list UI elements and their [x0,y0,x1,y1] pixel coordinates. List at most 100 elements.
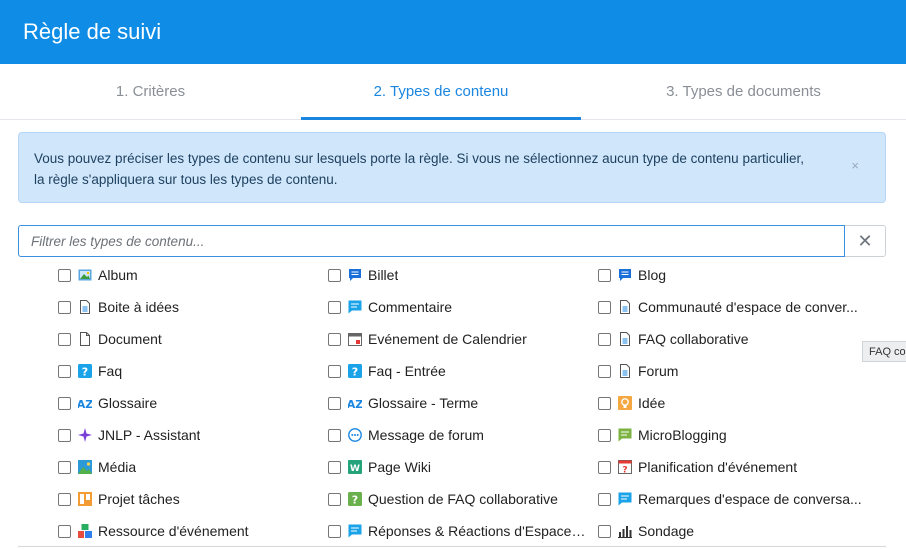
modal-title: Règle de suivi [23,19,162,44]
kanban-icon [78,492,92,506]
content-type-checkbox[interactable] [58,268,71,282]
microblog-icon [618,428,632,442]
content-type-checkbox[interactable] [58,460,71,474]
content-type-item[interactable]: JNLP - Assistant [58,419,313,451]
content-type-item[interactable]: Document [58,323,313,355]
content-type-checkbox[interactable] [598,460,611,474]
content-type-checkbox[interactable] [58,332,71,346]
document-lines-icon [618,300,632,314]
content-type-item[interactable]: FAQ collaborative [598,323,868,355]
content-type-checkbox[interactable] [58,364,71,378]
content-type-checkbox[interactable] [598,428,611,442]
content-type-item[interactable]: Sondage [598,515,868,547]
content-type-item[interactable]: Commentaire [328,291,588,323]
content-type-checkbox[interactable] [598,364,611,378]
content-type-label: Commentaire [368,299,453,315]
content-type-checkbox[interactable] [598,332,611,346]
clear-filter-button[interactable]: ✕ [845,225,886,257]
content-type-checkbox[interactable] [58,524,71,538]
az-icon: AZ [78,396,92,410]
content-type-label: Forum [638,363,679,379]
content-type-label: Page Wiki [368,459,432,475]
content-type-checkbox[interactable] [328,300,341,314]
content-type-item[interactable]: Réponses & Réactions d'Espace d... [328,515,588,547]
content-type-item[interactable]: Communauté d'espace de conver... [598,291,868,323]
content-type-label: Billet [368,267,399,283]
svg-text:AZ: AZ [348,398,362,410]
content-type-item[interactable]: Ressource d'événement [58,515,313,547]
question-icon: ? [78,364,92,378]
content-type-label: Planification d'événement [638,459,798,475]
info-alert: Vous pouvez préciser les types de conten… [18,132,886,203]
question-green-icon: ? [348,492,362,506]
content-type-label: Faq [98,363,123,379]
content-type-checkbox[interactable] [58,492,71,506]
tab-content-types[interactable]: 2. Types de contenu [301,64,581,120]
content-type-item[interactable]: Idée [598,387,868,419]
content-type-label: Glossaire - Terme [368,395,479,411]
follow-rule-modal: Règle de suivi 1. Critères 2. Types de c… [0,0,906,549]
content-type-item[interactable]: Blog [598,259,868,291]
content-type-checkbox[interactable] [58,300,71,314]
content-type-item[interactable]: Projet tâches [58,483,313,515]
tab-criteria[interactable]: 1. Critères [0,64,301,119]
tab-document-types[interactable]: 3. Types de documents [581,64,906,119]
content-type-checkbox[interactable] [328,268,341,282]
content-type-item[interactable]: ? Faq - Entrée [328,355,588,387]
filter-input[interactable] [18,225,845,257]
content-type-label: Réponses & Réactions d'Espace d... [368,523,588,539]
content-type-item[interactable]: MicroBlogging [598,419,868,451]
close-icon[interactable]: × [851,155,859,176]
content-type-checkbox[interactable] [598,492,611,506]
document-icon [78,332,92,346]
chat-bubble-icon [348,268,362,282]
svg-text:?: ? [82,366,88,379]
content-type-checkbox[interactable] [58,396,71,410]
content-type-checkbox[interactable] [58,428,71,442]
content-type-item[interactable]: Remarques d'espace de conversa... [598,483,868,515]
content-type-item[interactable]: Billet [328,259,588,291]
chat-bubble-icon [618,268,632,282]
content-type-checkbox[interactable] [328,396,341,410]
close-icon: ✕ [857,230,873,251]
comment-icon [618,492,632,506]
content-type-label: Communauté d'espace de conver... [638,299,858,315]
content-type-checkbox[interactable] [598,300,611,314]
content-type-label: Album [98,267,138,283]
content-type-label: JNLP - Assistant [98,427,201,443]
content-type-item[interactable]: Message de forum [328,419,588,451]
content-type-label: Boite à idées [98,299,179,315]
content-type-item[interactable]: AZ Glossaire - Terme [328,387,588,419]
document-lines-icon [78,300,92,314]
content-type-item[interactable]: Evénement de Calendrier [328,323,588,355]
content-type-label: Sondage [638,523,695,539]
svg-text:W: W [350,464,360,474]
content-type-item[interactable]: Forum [598,355,868,387]
content-type-item[interactable]: ? Question de FAQ collaborative [328,483,588,515]
content-type-label: Faq - Entrée [368,363,446,379]
content-type-checkbox[interactable] [598,268,611,282]
content-type-item[interactable]: AZ Glossaire [58,387,313,419]
content-type-label: Document [98,331,162,347]
content-type-item[interactable]: ? Faq [58,355,313,387]
content-type-checkbox[interactable] [328,428,341,442]
content-type-item[interactable]: Média [58,451,313,483]
content-type-label: Blog [638,267,667,283]
content-type-checkbox[interactable] [328,492,341,506]
content-type-checkbox[interactable] [328,460,341,474]
content-type-checkbox[interactable] [328,524,341,538]
content-type-checkbox[interactable] [328,364,341,378]
content-type-checkbox[interactable] [328,332,341,346]
sparkle-icon [78,428,92,442]
calendar-icon [348,332,362,346]
content-type-label: Message de forum [368,427,484,443]
svg-text:?: ? [352,366,358,379]
forum-message-icon [348,428,362,442]
content-type-item[interactable]: Boite à idées [58,291,313,323]
content-type-checkbox[interactable] [598,396,611,410]
content-type-item[interactable]: W Page Wiki [328,451,588,483]
content-type-checkbox[interactable] [598,524,611,538]
content-type-item[interactable]: ? Planification d'événement [598,451,868,483]
svg-text:?: ? [352,494,358,507]
content-type-item[interactable]: Album [58,259,313,291]
